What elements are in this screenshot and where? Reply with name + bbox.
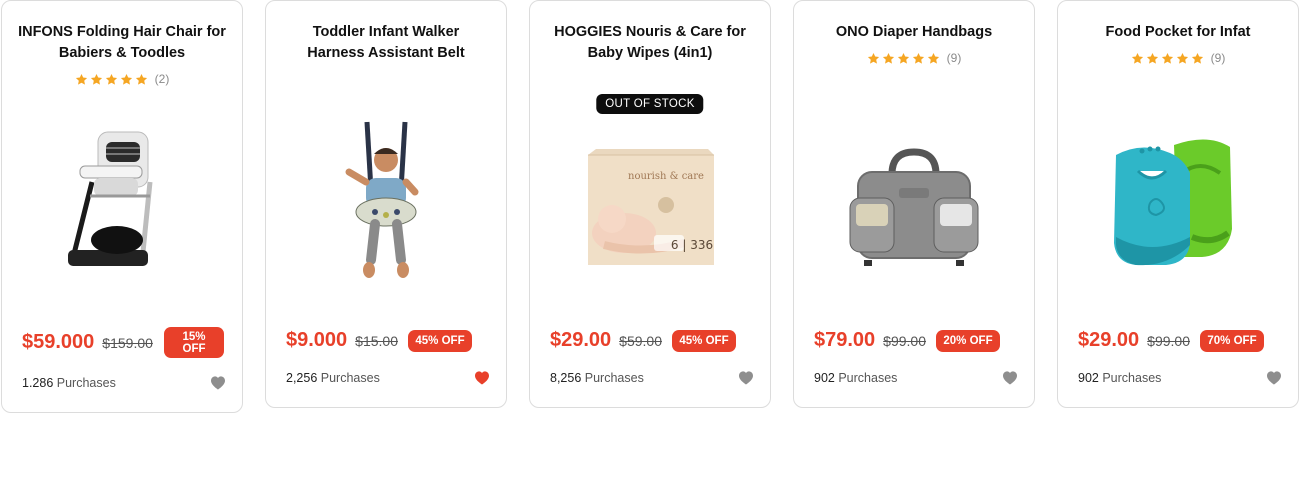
product-card[interactable]: HOGGIES Nouris & Care for Baby Wipes (4i… xyxy=(529,0,771,408)
star-icon xyxy=(120,73,133,86)
price: $79.00 xyxy=(814,329,876,351)
star-icon xyxy=(897,52,910,65)
box-brand-text: nourish & care xyxy=(628,171,704,182)
purchase-count: 1.286 Purchases xyxy=(22,376,116,390)
rating: (2) xyxy=(2,72,242,86)
purchase-number: 902 xyxy=(1078,370,1099,385)
price: $29.00 xyxy=(550,329,612,351)
old-price: $99.00 xyxy=(1147,332,1190,349)
star-icon xyxy=(75,73,88,86)
footer-row: 902 Purchases xyxy=(814,370,1018,385)
footer-row: 2,256 Purchases xyxy=(286,370,490,385)
purchase-number: 1.286 xyxy=(22,375,54,390)
star-icon xyxy=(882,52,895,65)
product-title-line: HOGGIES Nouris & Care for xyxy=(554,24,746,40)
purchase-number: 902 xyxy=(814,370,835,385)
product-title[interactable]: HOGGIES Nouris & Care for Baby Wipes (4i… xyxy=(542,22,758,64)
price-row: $29.00 $59.00 45% OFF xyxy=(550,329,752,352)
old-price: $15.00 xyxy=(355,332,398,349)
high-chair-icon xyxy=(68,131,153,266)
price-row: $59.000 $159.00 15% OFF xyxy=(22,327,224,358)
product-title-line: Baby Wipes (4in1) xyxy=(587,45,713,61)
box-count-text: 6 | 336 xyxy=(671,238,713,252)
product-card[interactable]: INFONS Folding Hair Chair for Babiers & … xyxy=(1,0,243,413)
heart-icon[interactable] xyxy=(474,370,490,385)
product-card[interactable]: Toddler Infant Walker Harness Assistant … xyxy=(265,0,507,408)
star-icon xyxy=(1176,52,1189,65)
purchase-count: 902 Purchases xyxy=(1078,371,1161,385)
purchase-label: Purchases xyxy=(56,375,116,390)
product-title-line: Food Pocket for Infat xyxy=(1105,24,1251,40)
rating-count: (2) xyxy=(154,72,170,86)
purchase-number: 2,256 xyxy=(286,370,318,385)
product-card[interactable]: Food Pocket for Infat (9) $29.00 $99.00 … xyxy=(1057,0,1299,408)
price-row: $79.00 $99.00 20% OFF xyxy=(814,329,1016,352)
star-icon xyxy=(912,52,925,65)
footer-row: 1.286 Purchases xyxy=(22,375,226,390)
product-title[interactable]: INFONS Folding Hair Chair for Babiers & … xyxy=(14,22,230,64)
wipes-box-icon: nourish & care 6 | 336 xyxy=(588,149,714,265)
rating: (9) xyxy=(1058,51,1298,65)
baby-bibs-icon xyxy=(1114,139,1232,266)
heart-icon[interactable] xyxy=(1002,370,1018,385)
price-row: $9.000 $15.00 45% OFF xyxy=(286,329,488,352)
footer-row: 8,256 Purchases xyxy=(550,370,754,385)
out-of-stock-badge: OUT OF STOCK xyxy=(596,94,704,114)
old-price: $159.00 xyxy=(102,334,153,351)
heart-icon[interactable] xyxy=(1266,370,1282,385)
product-image[interactable]: nourish & care 6 | 336 xyxy=(550,141,750,275)
product-title-line: Harness Assistant Belt xyxy=(307,45,465,61)
discount-badge: 45% OFF xyxy=(408,329,472,352)
discount-text: OFF xyxy=(182,342,206,355)
product-image[interactable] xyxy=(1078,131,1278,275)
star-icon xyxy=(1131,52,1144,65)
purchase-count: 902 Purchases xyxy=(814,371,897,385)
diaper-bag-icon xyxy=(849,148,979,266)
star-icon xyxy=(1146,52,1159,65)
old-price: $99.00 xyxy=(883,332,926,349)
rating: (9) xyxy=(794,51,1034,65)
discount-badge: 20% OFF xyxy=(936,329,1000,352)
star-icon xyxy=(867,52,880,65)
baby-jumper-icon xyxy=(345,121,419,278)
purchase-label: Purchases xyxy=(838,370,898,385)
purchase-label: Purchases xyxy=(1102,370,1162,385)
heart-icon[interactable] xyxy=(210,375,226,390)
product-image[interactable] xyxy=(22,119,222,279)
discount-text: 15% xyxy=(182,330,206,343)
product-title-line: ONO Diaper Handbags xyxy=(835,24,993,40)
star-icon xyxy=(105,73,118,86)
star-icon xyxy=(135,73,148,86)
purchase-label: Purchases xyxy=(584,370,644,385)
heart-icon[interactable] xyxy=(738,370,754,385)
discount-badge: 70% OFF xyxy=(1200,329,1264,352)
rating-count: (9) xyxy=(946,51,962,65)
price: $9.000 xyxy=(286,329,348,351)
product-card[interactable]: ONO Diaper Handbags (9) $79.00 $99.00 20… xyxy=(793,0,1035,408)
product-title[interactable]: ONO Diaper Handbags xyxy=(806,22,1022,43)
purchase-count: 8,256 Purchases xyxy=(550,371,644,385)
product-image[interactable] xyxy=(814,146,1014,270)
product-title-line: INFONS Folding Hair Chair for xyxy=(18,24,226,40)
purchase-label: Purchases xyxy=(320,370,380,385)
discount-badge: 45% OFF xyxy=(672,329,736,352)
rating-count: (9) xyxy=(1210,51,1226,65)
discount-badge: 15% OFF xyxy=(164,327,224,358)
footer-row: 902 Purchases xyxy=(1078,370,1282,385)
star-icon xyxy=(90,73,103,86)
product-image[interactable] xyxy=(286,119,486,281)
price-row: $29.00 $99.00 70% OFF xyxy=(1078,329,1280,352)
product-title[interactable]: Toddler Infant Walker Harness Assistant … xyxy=(278,22,494,64)
star-icon xyxy=(927,52,940,65)
product-title[interactable]: Food Pocket for Infat xyxy=(1070,22,1286,43)
star-icon xyxy=(1191,52,1204,65)
star-icon xyxy=(1161,52,1174,65)
purchase-number: 8,256 xyxy=(550,370,582,385)
product-title-line: Babiers & Toodles xyxy=(58,45,186,61)
price: $59.000 xyxy=(22,331,95,353)
old-price: $59.00 xyxy=(619,332,662,349)
purchase-count: 2,256 Purchases xyxy=(286,371,380,385)
price: $29.00 xyxy=(1078,329,1140,351)
product-title-line: Toddler Infant Walker xyxy=(312,24,460,40)
